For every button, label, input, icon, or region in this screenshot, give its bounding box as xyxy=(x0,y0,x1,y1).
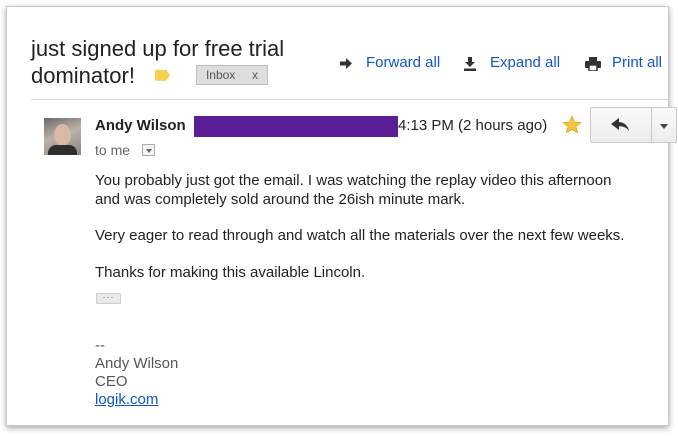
message-paragraph-3: Thanks for making this available Lincoln… xyxy=(95,264,366,281)
message-paragraph-2: Very eager to read through and watch all… xyxy=(95,227,625,244)
signature-title: CEO xyxy=(95,373,128,390)
reply-arrow-icon xyxy=(611,118,629,131)
forward-arrow-icon xyxy=(340,58,352,69)
signature-link[interactable]: logik.com xyxy=(95,391,158,409)
redacted-email-block xyxy=(194,116,398,137)
label-tag-icon[interactable] xyxy=(154,69,170,81)
expand-download-icon xyxy=(464,57,476,71)
recipient-text: to me xyxy=(95,142,131,158)
email-window: just signed up for free trial dominator!… xyxy=(6,6,677,426)
print-all-label: Print all xyxy=(612,54,663,71)
message-paragraph-1: You probably just got the email. I was w… xyxy=(95,171,611,209)
chevron-down-icon xyxy=(660,124,668,129)
star-icon[interactable] xyxy=(562,115,582,135)
signature-name: Andy Wilson xyxy=(95,355,179,372)
sender-avatar[interactable] xyxy=(44,118,81,155)
printer-icon xyxy=(585,57,601,71)
signature-separator: -- xyxy=(95,337,105,354)
dropdown-arrow-icon xyxy=(146,149,152,153)
header-divider xyxy=(31,99,668,100)
remove-label-button[interactable]: x xyxy=(252,68,258,82)
sender-name[interactable]: Andy Wilson xyxy=(95,117,186,134)
show-trimmed-content-button[interactable]: ··· xyxy=(96,293,121,304)
recipient-details-toggle[interactable] xyxy=(142,144,155,156)
inbox-label-text: Inbox xyxy=(205,68,236,83)
thread-subject: just signed up for free trial dominator!… xyxy=(31,35,321,89)
message-line: You probably just got the email. I was w… xyxy=(95,172,612,189)
message-line: and was completely sold around the 26ish… xyxy=(95,191,466,208)
message-time: 4:13 PM (2 hours ago) xyxy=(398,117,548,134)
inbox-label-chip[interactable]: Inbox x xyxy=(195,65,268,86)
more-options-button[interactable] xyxy=(651,107,677,143)
expand-all-label: Expand all xyxy=(490,54,561,71)
reply-button[interactable] xyxy=(590,107,652,143)
forward-all-label: Forward all xyxy=(366,54,441,71)
